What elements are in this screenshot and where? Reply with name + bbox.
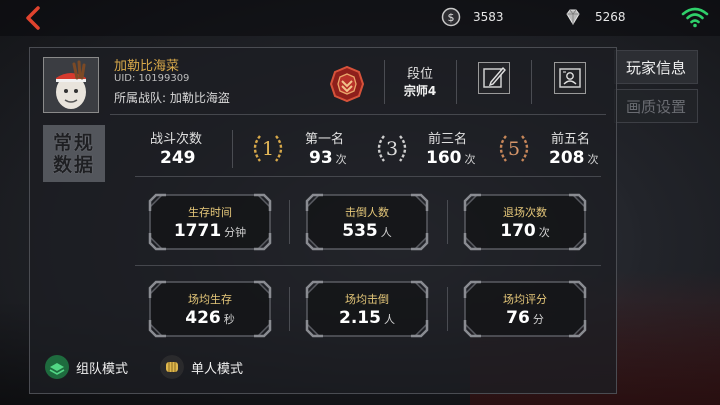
- top5-label: 前五名: [551, 132, 591, 147]
- battles-label: 战斗次数: [150, 132, 203, 147]
- unit: 次: [587, 153, 599, 166]
- stat-card: 生存时间 1771 分钟: [148, 193, 272, 251]
- coin-count: 3583: [473, 10, 504, 24]
- id-card-button[interactable]: [554, 62, 586, 94]
- divider: [110, 114, 606, 115]
- stat-card-value: 1771: [173, 221, 222, 241]
- top5-number: 5: [508, 138, 520, 160]
- coin-icon: $: [441, 7, 461, 27]
- divider: [232, 130, 233, 168]
- stat-card-value-row: 76 分: [463, 308, 587, 328]
- unit: 次: [335, 153, 347, 166]
- player-team: 所属战队: 加勒比海盗: [114, 91, 230, 105]
- stat-card-unit: 分: [532, 313, 544, 326]
- first-label: 第一名: [305, 132, 345, 147]
- stat-card: 击倒人数 535 人: [305, 193, 429, 251]
- rank-value: 宗师4: [403, 84, 437, 98]
- diamond-counter: 5268: [563, 6, 626, 28]
- solo-mode-icon: [160, 355, 184, 379]
- first-count: 93 次: [309, 148, 347, 168]
- edit-button[interactable]: [478, 62, 510, 94]
- top5-count: 208 次: [549, 148, 599, 168]
- diamond-count: 5268: [595, 10, 626, 24]
- back-arrow-icon[interactable]: [20, 4, 48, 32]
- top3-laurel-icon: 3: [377, 135, 407, 162]
- divider: [447, 287, 448, 331]
- stat-card-value: 426: [185, 308, 221, 328]
- divider: [135, 176, 601, 177]
- stat-card-value-row: 2.15 人: [305, 308, 429, 328]
- stat-card-unit: 人: [383, 313, 395, 326]
- divider: [456, 60, 457, 104]
- tab-regular-data[interactable]: 常规 数据: [43, 125, 105, 182]
- divider: [289, 200, 290, 244]
- solo-mode-label: 单人模式: [191, 361, 244, 377]
- stat-card-value-row: 1771 分钟: [148, 221, 272, 241]
- top5-laurel-icon: 5: [499, 135, 529, 162]
- stat-card: 场均评分 76 分: [463, 280, 587, 338]
- avatar[interactable]: [43, 57, 99, 113]
- player-name: 加勒比海菜: [114, 59, 180, 74]
- stat-card-value: 76: [506, 308, 530, 328]
- tab-graphics-settings[interactable]: 画质设置: [614, 89, 698, 123]
- divider: [531, 60, 532, 104]
- tab-player-info[interactable]: 玩家信息: [614, 50, 698, 84]
- divider: [135, 265, 601, 266]
- team-mode-button[interactable]: 组队模式: [45, 353, 128, 381]
- tab-graphics-settings-label: 画质设置: [625, 97, 686, 116]
- stat-card-value: 170: [500, 221, 536, 241]
- first-place-laurel-icon: 1: [253, 135, 283, 162]
- solo-mode-button[interactable]: 单人模式: [160, 353, 243, 381]
- battles-value: 249: [160, 148, 196, 168]
- diamond-icon: [566, 9, 580, 25]
- team-mode-label: 组队模式: [76, 361, 129, 377]
- stat-card-value-row: 426 秒: [148, 308, 272, 328]
- stat-card-label: 场均评分: [503, 293, 547, 306]
- stat-card-label: 场均生存: [188, 293, 232, 306]
- first-place-number: 1: [262, 138, 274, 160]
- rank-badge-icon: [329, 65, 365, 103]
- stat-card-value-row: 170 次: [463, 221, 587, 241]
- svg-text:$: $: [448, 11, 455, 24]
- tab-regular-data-line2: 数据: [52, 153, 95, 176]
- top-bar: $ 3583 5268: [0, 0, 720, 36]
- wifi-icon: [681, 7, 709, 28]
- edit-icon: [483, 66, 506, 88]
- id-card-icon: [559, 68, 581, 88]
- stat-card-unit: 人: [380, 226, 392, 239]
- team-mode-icon: [45, 355, 69, 379]
- top3-value: 160: [426, 148, 462, 168]
- stat-card: 场均击倒 2.15 人: [305, 280, 429, 338]
- divider: [384, 60, 385, 104]
- stat-card: 场均生存 426 秒: [148, 280, 272, 338]
- divider: [289, 287, 290, 331]
- first-value: 93: [309, 148, 333, 168]
- divider: [447, 200, 448, 244]
- stat-card-value-row: 535 人: [305, 221, 429, 241]
- stat-card-label: 退场次数: [503, 206, 547, 219]
- stat-card-label: 击倒人数: [345, 206, 389, 219]
- stat-card-label: 场均击倒: [345, 293, 389, 306]
- stat-card-value: 2.15: [339, 308, 381, 328]
- top3-count: 160 次: [426, 148, 476, 168]
- stat-card-value: 535: [342, 221, 378, 241]
- top5-value: 208: [549, 148, 585, 168]
- stat-card: 退场次数 170 次: [463, 193, 587, 251]
- unit: 次: [464, 153, 476, 166]
- stat-card-unit: 分钟: [224, 226, 247, 239]
- stat-card-unit: 秒: [223, 313, 235, 326]
- rank-label: 段位: [406, 67, 433, 82]
- tab-regular-data-line1: 常规: [52, 131, 95, 154]
- top3-label: 前三名: [428, 132, 468, 147]
- top3-number: 3: [386, 138, 398, 160]
- stat-card-label: 生存时间: [188, 206, 232, 219]
- coin-counter: $ 3583: [441, 6, 504, 28]
- avatar-portrait: [44, 58, 98, 112]
- stat-card-unit: 次: [538, 226, 550, 239]
- tab-player-info-label: 玩家信息: [625, 58, 686, 77]
- player-uid: UID: 10199309: [114, 73, 190, 84]
